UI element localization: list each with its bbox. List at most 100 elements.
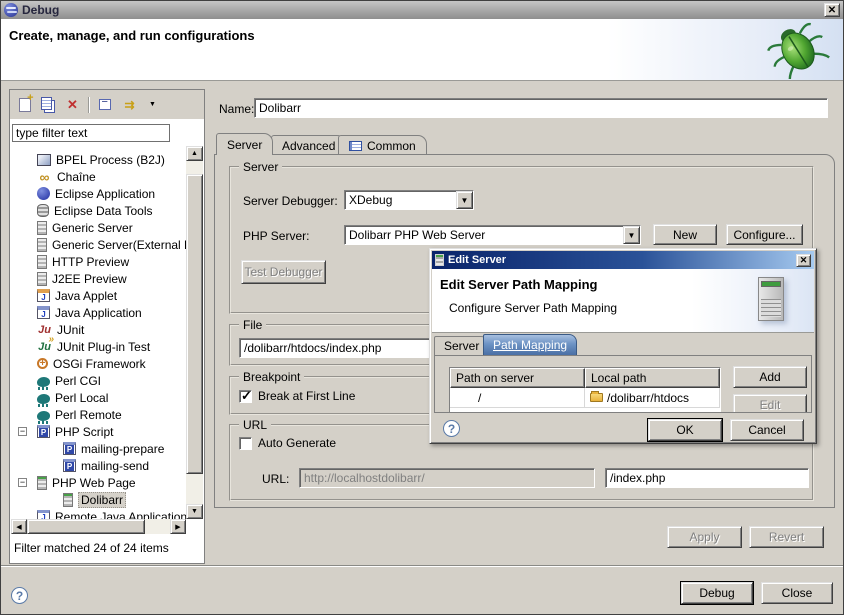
page-title: Create, manage, and run configurations [9, 28, 255, 43]
scroll-up-icon[interactable]: ▲ [186, 146, 203, 161]
tree-item-generic-server-external-la[interactable]: Generic Server(External La [11, 236, 186, 253]
help-icon[interactable]: ? [11, 587, 28, 604]
delete-configuration-icon[interactable]: ✕ [64, 96, 81, 113]
tree-item-perl-cgi[interactable]: Perl CGI [11, 372, 186, 389]
tree-item-label: Perl Remote [55, 408, 122, 422]
filter-menu-dropdown-icon[interactable]: ▼ [144, 96, 161, 113]
tree-item-http-preview[interactable]: HTTP Preview [11, 253, 186, 270]
title-bar[interactable]: Debug ✕ [1, 1, 843, 19]
eclipse-icon [4, 3, 18, 17]
cancel-button[interactable]: Cancel [730, 419, 804, 441]
tree-item-junit[interactable]: JUnit [11, 321, 186, 338]
tree-item-label: J2EE Preview [52, 272, 127, 286]
column-header-local-path[interactable]: Local path [585, 368, 720, 388]
dialog-subtitle: Configure Server Path Mapping [449, 301, 617, 315]
tab-common[interactable]: Common [338, 135, 427, 155]
duplicate-configuration-icon[interactable] [40, 96, 57, 113]
camel-icon [37, 394, 50, 404]
edit-mapping-button[interactable]: Edit [733, 394, 807, 413]
edit-server-title-bar[interactable]: Edit Server ✕ [432, 251, 814, 269]
horizontal-scroll-thumb[interactable] [27, 519, 145, 534]
tree-item-label: JUnit Plug-in Test [57, 340, 150, 354]
tree-item-php-web-page[interactable]: −PHP Web Page [11, 474, 186, 491]
new-configuration-icon[interactable] [16, 96, 33, 113]
add-mapping-button[interactable]: Add [733, 366, 807, 388]
name-label: Name: [219, 102, 254, 116]
config-tree[interactable]: BPEL Process (B2J) ChaîneEclipse Applicat… [11, 146, 186, 519]
folder-icon [590, 393, 603, 402]
ok-button[interactable]: OK [648, 419, 722, 441]
vertical-scroll-thumb[interactable] [186, 174, 203, 474]
tree-horizontal-scrollbar[interactable]: ◀ ▶ [11, 519, 186, 534]
test-debugger-button[interactable]: Test Debugger [241, 260, 326, 284]
close-button[interactable]: Close [761, 582, 833, 604]
apply-button[interactable]: Apply [667, 526, 742, 548]
scroll-down-icon[interactable]: ▼ [186, 504, 203, 519]
dialog-tab-path-mapping[interactable]: Path Mapping [483, 334, 577, 355]
scroll-left-icon[interactable]: ◀ [11, 519, 27, 534]
table-icon [349, 141, 362, 151]
break-at-first-line-checkbox[interactable] [239, 390, 252, 403]
auto-generate-checkbox[interactable] [239, 437, 252, 450]
japplet-icon [37, 289, 50, 302]
phpweb-icon [63, 493, 73, 507]
tree-item-php-script[interactable]: − PHP Script [11, 423, 186, 440]
tree-item-label: HTTP Preview [52, 255, 129, 269]
filter-launch-configurations-icon[interactable]: ⇉ [120, 96, 137, 113]
tree-item-label: JUnit [57, 323, 84, 337]
column-header-path-on-server[interactable]: Path on server [450, 368, 585, 388]
tree-item-bpel-process-b2j-[interactable]: BPEL Process (B2J) [11, 151, 186, 168]
dialog-help-icon[interactable]: ? [443, 420, 460, 437]
collapse-toggle-icon[interactable]: − [18, 427, 27, 436]
tree-item-eclipse-data-tools[interactable]: Eclipse Data Tools [11, 202, 186, 219]
tree-item-j2ee-preview[interactable]: J2EE Preview [11, 270, 186, 287]
debug-button[interactable]: Debug [681, 582, 753, 604]
tree-item-cha-ne[interactable]: Chaîne [11, 168, 186, 185]
tree-item-dolibarr[interactable]: Dolibarr [11, 491, 186, 508]
eclipse-icon [37, 187, 50, 200]
tree-item-generic-server[interactable]: Generic Server [11, 219, 186, 236]
revert-button[interactable]: Revert [749, 526, 824, 548]
table-row[interactable]: / /dolibarr/htdocs [450, 388, 720, 408]
filter-input[interactable] [12, 124, 170, 142]
php-server-select[interactable]: Dolibarr PHP Web Server ▼ [344, 225, 641, 245]
tree-item-perl-local[interactable]: Perl Local [11, 389, 186, 406]
tree-item-label: Dolibarr [78, 492, 126, 508]
tree-item-eclipse-application[interactable]: Eclipse Application [11, 185, 186, 202]
tree-item-mailing-send[interactable]: mailing-send [11, 457, 186, 474]
collapse-toggle-icon[interactable]: − [18, 478, 27, 487]
tree-item-label: Chaîne [57, 170, 96, 184]
configure-server-button[interactable]: Configure... [726, 224, 803, 245]
tree-item-osgi-framework[interactable]: OSGi Framework [11, 355, 186, 372]
edit-server-dialog: Edit Server ✕ Edit Server Path Mapping C… [429, 248, 817, 444]
db-icon [37, 204, 49, 217]
tree-item-junit-plug-in-test[interactable]: JUnit Plug-in Test [11, 338, 186, 355]
url-path-input[interactable] [605, 468, 809, 488]
filter-status: Filter matched 24 of 24 items [14, 541, 169, 555]
server-tower-icon [758, 277, 784, 321]
path-mapping-table[interactable]: Path on server Local path / /dolibarr/ht… [449, 367, 721, 413]
tree-item-remote-java-application[interactable]: Remote Java Application [11, 508, 186, 519]
path-on-server-cell[interactable]: / [450, 388, 585, 407]
dialog-tab-server[interactable]: Server [434, 336, 489, 355]
php-icon [37, 425, 50, 438]
tree-vertical-scrollbar[interactable]: ▲ ▼ [186, 146, 203, 519]
name-input[interactable] [254, 98, 828, 118]
chevron-down-icon[interactable]: ▼ [623, 226, 640, 244]
tree-item-mailing-prepare[interactable]: mailing-prepare [11, 440, 186, 457]
new-server-button[interactable]: New [653, 224, 717, 245]
tree-item-java-application[interactable]: Java Application [11, 304, 186, 321]
tree-item-perl-remote[interactable]: Perl Remote [11, 406, 186, 423]
tab-advanced[interactable]: Advanced [271, 135, 346, 155]
chevron-down-icon[interactable]: ▼ [456, 191, 473, 209]
close-window-button[interactable]: ✕ [824, 3, 840, 17]
dialog-heading: Edit Server Path Mapping [440, 277, 597, 292]
collapse-all-icon[interactable] [96, 96, 113, 113]
tree-item-label: PHP Script [55, 425, 113, 439]
tree-item-java-applet[interactable]: Java Applet [11, 287, 186, 304]
scroll-right-icon[interactable]: ▶ [170, 519, 186, 534]
local-path-cell[interactable]: /dolibarr/htdocs [585, 388, 720, 407]
tab-server[interactable]: Server [216, 133, 273, 155]
server-debugger-select[interactable]: XDebug ▼ [344, 190, 474, 210]
close-dialog-button[interactable]: ✕ [796, 254, 811, 267]
